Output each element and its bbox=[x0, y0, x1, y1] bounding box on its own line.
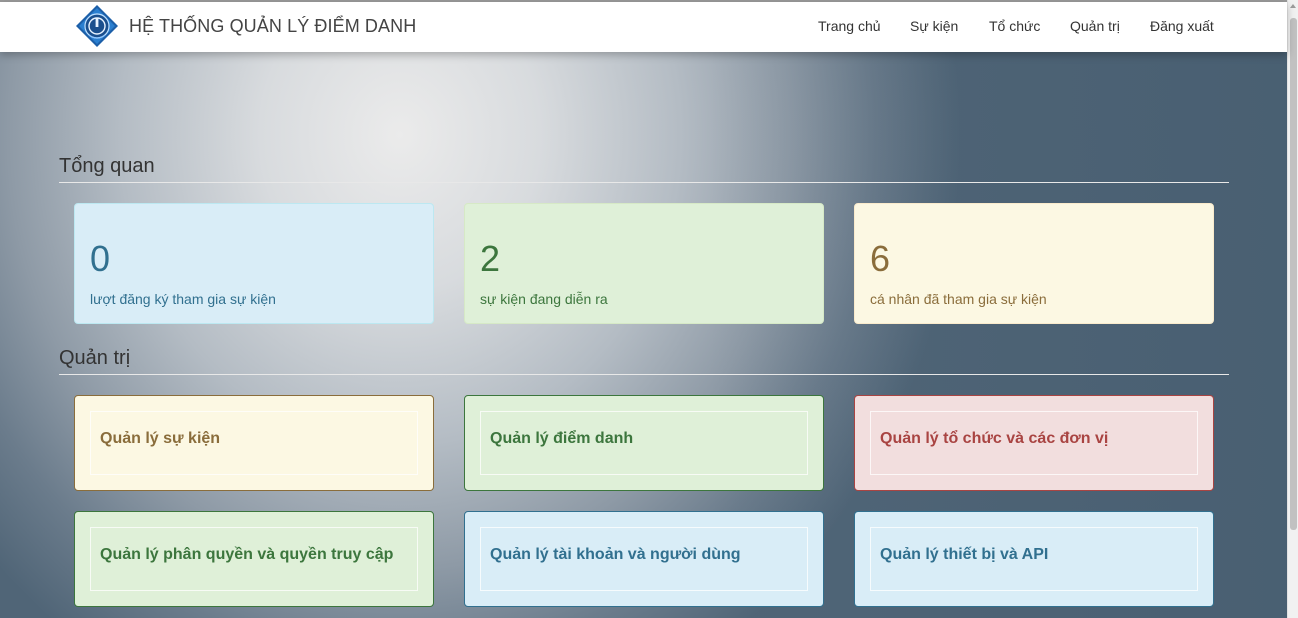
stat-label: cá nhân đã tham gia sự kiện bbox=[870, 291, 1047, 307]
scrollbar-thumb[interactable] bbox=[1290, 18, 1297, 530]
card-label: Quản lý tổ chức và các đơn vị bbox=[880, 430, 1109, 447]
nav-admin[interactable]: Quản trị bbox=[1070, 18, 1120, 34]
scroll-up-arrow-icon[interactable] bbox=[1290, 4, 1296, 8]
card-manage-accounts[interactable]: Quản lý tài khoản và người dùng bbox=[464, 511, 824, 607]
stat-label: sự kiện đang diễn ra bbox=[480, 291, 608, 307]
vertical-scrollbar[interactable] bbox=[1287, 0, 1298, 618]
card-frame: Quản lý thiết bị và API bbox=[870, 527, 1198, 591]
card-label: Quản lý tài khoản và người dùng bbox=[490, 546, 741, 563]
card-label: Quản lý thiết bị và API bbox=[880, 546, 1049, 563]
card-frame: Quản lý phân quyền và quyền truy cập bbox=[90, 527, 418, 591]
card-manage-devices-api[interactable]: Quản lý thiết bị và API bbox=[854, 511, 1214, 607]
stat-value: 6 bbox=[870, 238, 891, 279]
overview-heading: Tổng quan bbox=[59, 155, 155, 177]
stat-panel-ongoing-events: 2 sự kiện đang diễn ra bbox=[464, 203, 824, 324]
stat-panel-participants: 6 cá nhân đã tham gia sự kiện bbox=[854, 203, 1214, 324]
stat-label: lượt đăng ký tham gia sự kiện bbox=[90, 291, 276, 307]
card-frame: Quản lý tổ chức và các đơn vị bbox=[870, 411, 1198, 475]
card-manage-events[interactable]: Quản lý sự kiện bbox=[74, 395, 434, 491]
card-label: Quản lý phân quyền và quyền truy cập bbox=[100, 546, 394, 563]
admin-heading: Quản trị bbox=[59, 347, 131, 369]
nav-logout[interactable]: Đăng xuất bbox=[1150, 18, 1214, 34]
card-frame: Quản lý điểm danh bbox=[480, 411, 808, 475]
stat-value: 2 bbox=[480, 238, 501, 279]
university-emblem-icon[interactable] bbox=[75, 4, 119, 48]
card-manage-organizations[interactable]: Quản lý tổ chức và các đơn vị bbox=[854, 395, 1214, 491]
site-title[interactable]: HỆ THỐNG QUẢN LÝ ĐIỂM DANH bbox=[129, 16, 416, 37]
nav-events[interactable]: Sự kiện bbox=[910, 18, 958, 34]
stat-panel-registrations: 0 lượt đăng ký tham gia sự kiện bbox=[74, 203, 434, 324]
stat-value: 0 bbox=[90, 238, 111, 279]
overview-divider bbox=[59, 182, 1229, 183]
card-label: Quản lý sự kiện bbox=[100, 430, 221, 447]
admin-divider bbox=[59, 374, 1229, 375]
nav-home[interactable]: Trang chủ bbox=[818, 18, 881, 34]
card-frame: Quản lý sự kiện bbox=[90, 411, 418, 475]
card-label: Quản lý điểm danh bbox=[490, 430, 634, 447]
card-manage-attendance[interactable]: Quản lý điểm danh bbox=[464, 395, 824, 491]
navbar: HỆ THỐNG QUẢN LÝ ĐIỂM DANH Trang chủ Sự … bbox=[0, 2, 1287, 52]
nav-organizations[interactable]: Tổ chức bbox=[989, 18, 1040, 34]
card-frame: Quản lý tài khoản và người dùng bbox=[480, 527, 808, 591]
card-manage-permissions[interactable]: Quản lý phân quyền và quyền truy cập bbox=[74, 511, 434, 607]
